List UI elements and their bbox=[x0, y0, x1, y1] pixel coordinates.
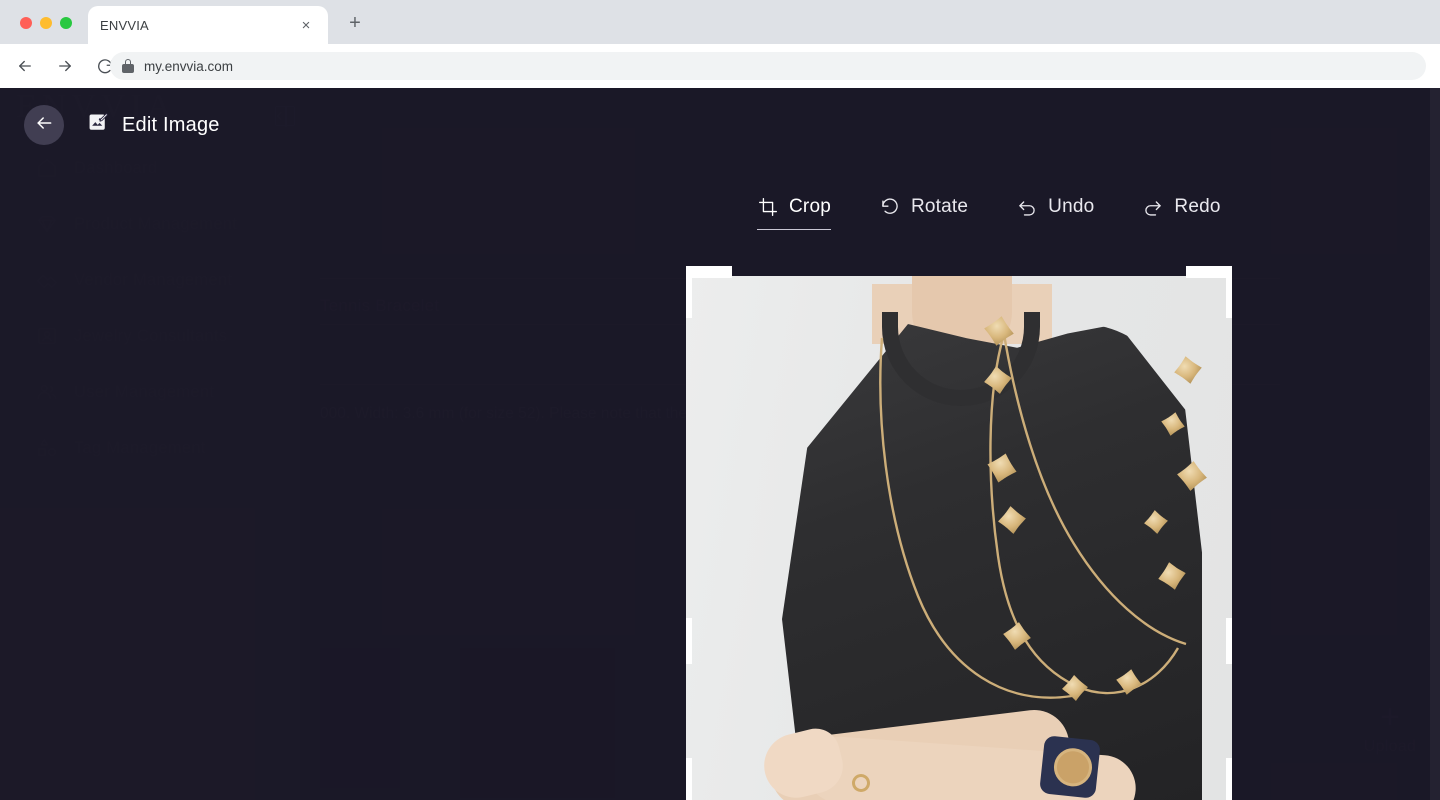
address-bar-url: my.envvia.com bbox=[144, 58, 234, 74]
tab-label: Crop bbox=[789, 196, 831, 217]
app-viewport: ENVVIA Dashboard Product Management bbox=[0, 88, 1440, 800]
tab-label: Rotate bbox=[910, 196, 969, 217]
redo-button[interactable]: Redo bbox=[1142, 196, 1220, 230]
page-title: Edit Image bbox=[88, 112, 220, 139]
window-minimize-button[interactable] bbox=[40, 17, 52, 29]
back-button[interactable] bbox=[24, 105, 64, 145]
browser-chrome: ENVVIA × + my.envvia.com bbox=[0, 0, 1440, 88]
new-tab-button[interactable]: + bbox=[344, 12, 366, 34]
arrow-left-icon bbox=[34, 113, 54, 138]
button-label: Redo bbox=[1174, 196, 1221, 217]
browser-tab-title: ENVVIA bbox=[100, 17, 149, 33]
button-label: Undo bbox=[1048, 196, 1095, 217]
window-controls[interactable] bbox=[20, 17, 72, 29]
product-photo bbox=[686, 276, 1232, 800]
browser-toolbar: my.envvia.com bbox=[0, 44, 1440, 88]
page-title-text: Edit Image bbox=[122, 114, 220, 136]
browser-tabstrip: ENVVIA × + bbox=[0, 0, 1440, 44]
address-bar[interactable]: my.envvia.com bbox=[110, 52, 1426, 80]
rotate-icon bbox=[879, 196, 901, 218]
arrow-right-icon[interactable] bbox=[50, 51, 80, 81]
tab-crop[interactable]: Crop bbox=[757, 196, 831, 230]
editor-toolbar: Crop Rotate Undo Redo bbox=[757, 196, 1269, 230]
image-canvas[interactable] bbox=[686, 276, 1232, 800]
undo-button[interactable]: Undo bbox=[1016, 196, 1094, 230]
crop-icon bbox=[757, 196, 779, 218]
window-close-button[interactable] bbox=[20, 17, 32, 29]
window-maximize-button[interactable] bbox=[60, 17, 72, 29]
necklace-graphic bbox=[879, 316, 1207, 701]
image-edit-icon bbox=[88, 112, 110, 139]
undo-icon bbox=[1016, 196, 1038, 218]
browser-tab[interactable]: ENVVIA × bbox=[88, 6, 328, 44]
lock-icon bbox=[122, 59, 134, 73]
image-editor: Edit Image Crop Rotate Undo Redo bbox=[0, 88, 1440, 800]
arrow-left-icon[interactable] bbox=[10, 51, 40, 81]
redo-icon bbox=[1142, 196, 1164, 218]
close-icon[interactable]: × bbox=[296, 18, 316, 33]
tab-rotate[interactable]: Rotate bbox=[879, 196, 968, 230]
